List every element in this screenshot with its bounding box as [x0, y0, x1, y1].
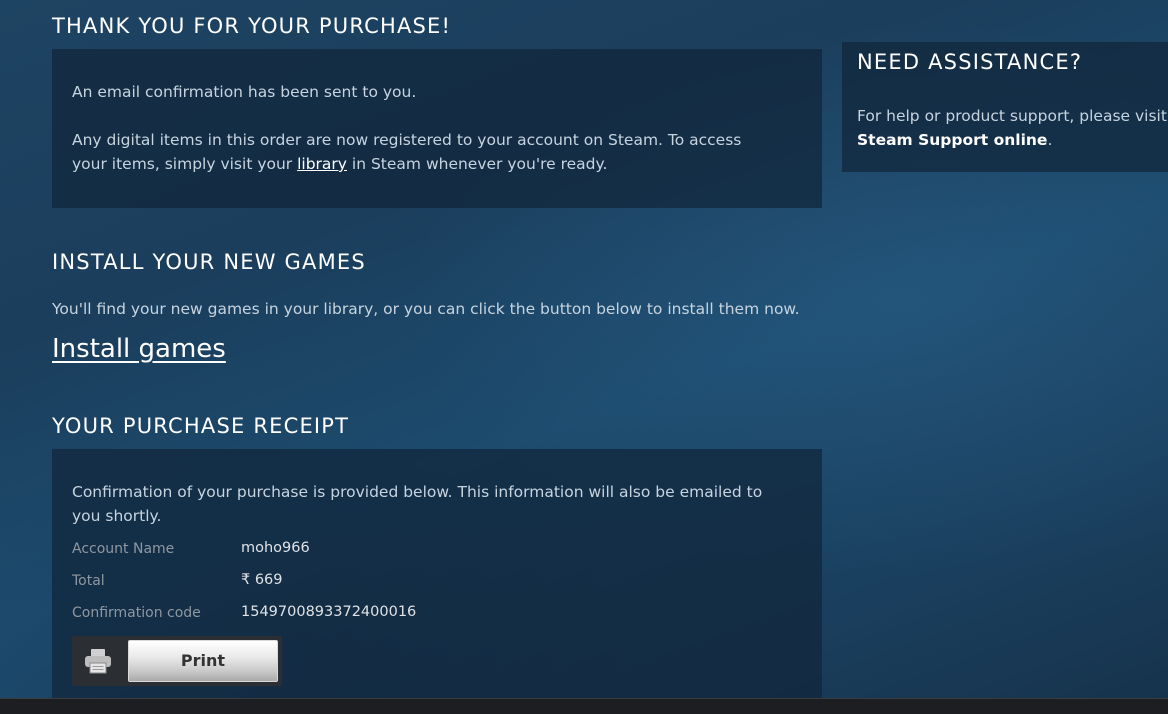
digital-items-notice: Any digital items in this order are now … — [72, 128, 772, 176]
email-notice: An email confirmation has been sent to y… — [72, 83, 417, 101]
confirmation-code-value: 1549700893372400016 — [241, 604, 417, 620]
steam-support-link[interactable]: Steam Support online — [857, 131, 1047, 149]
assistance-text-end: . — [1047, 131, 1053, 149]
account-name-value: moho966 — [241, 540, 310, 556]
print-control: Print — [72, 636, 282, 686]
confirmation-code-label: Confirmation code — [72, 605, 201, 621]
receipt-heading: YOUR PURCHASE RECEIPT — [52, 414, 350, 438]
assistance-text: For help or product support, please visi… — [857, 104, 1168, 152]
thank-you-panel: An email confirmation has been sent to y… — [52, 49, 822, 208]
digital-items-text-end: in Steam whenever you're ready. — [346, 155, 608, 173]
assistance-text-start: For help or product support, please visi… — [857, 107, 1167, 125]
assistance-heading: NEED ASSISTANCE? — [857, 50, 1083, 74]
install-heading: INSTALL YOUR NEW GAMES — [52, 250, 366, 274]
library-link[interactable]: library — [297, 155, 347, 173]
receipt-intro: Confirmation of your purchase is provide… — [72, 483, 763, 525]
print-button[interactable]: Print — [128, 640, 278, 682]
account-name-label: Account Name — [72, 541, 175, 557]
install-description: You'll find your new games in your libra… — [52, 300, 800, 318]
install-games-link[interactable]: Install games — [52, 334, 226, 364]
printer-icon — [85, 649, 111, 674]
thank-you-heading: THANK YOU FOR YOUR PURCHASE! — [52, 14, 452, 38]
bottom-bar — [0, 698, 1168, 714]
total-label: Total — [72, 573, 105, 589]
assistance-panel: NEED ASSISTANCE? For help or product sup… — [842, 42, 1168, 172]
total-value: ₹ 669 — [241, 572, 283, 588]
